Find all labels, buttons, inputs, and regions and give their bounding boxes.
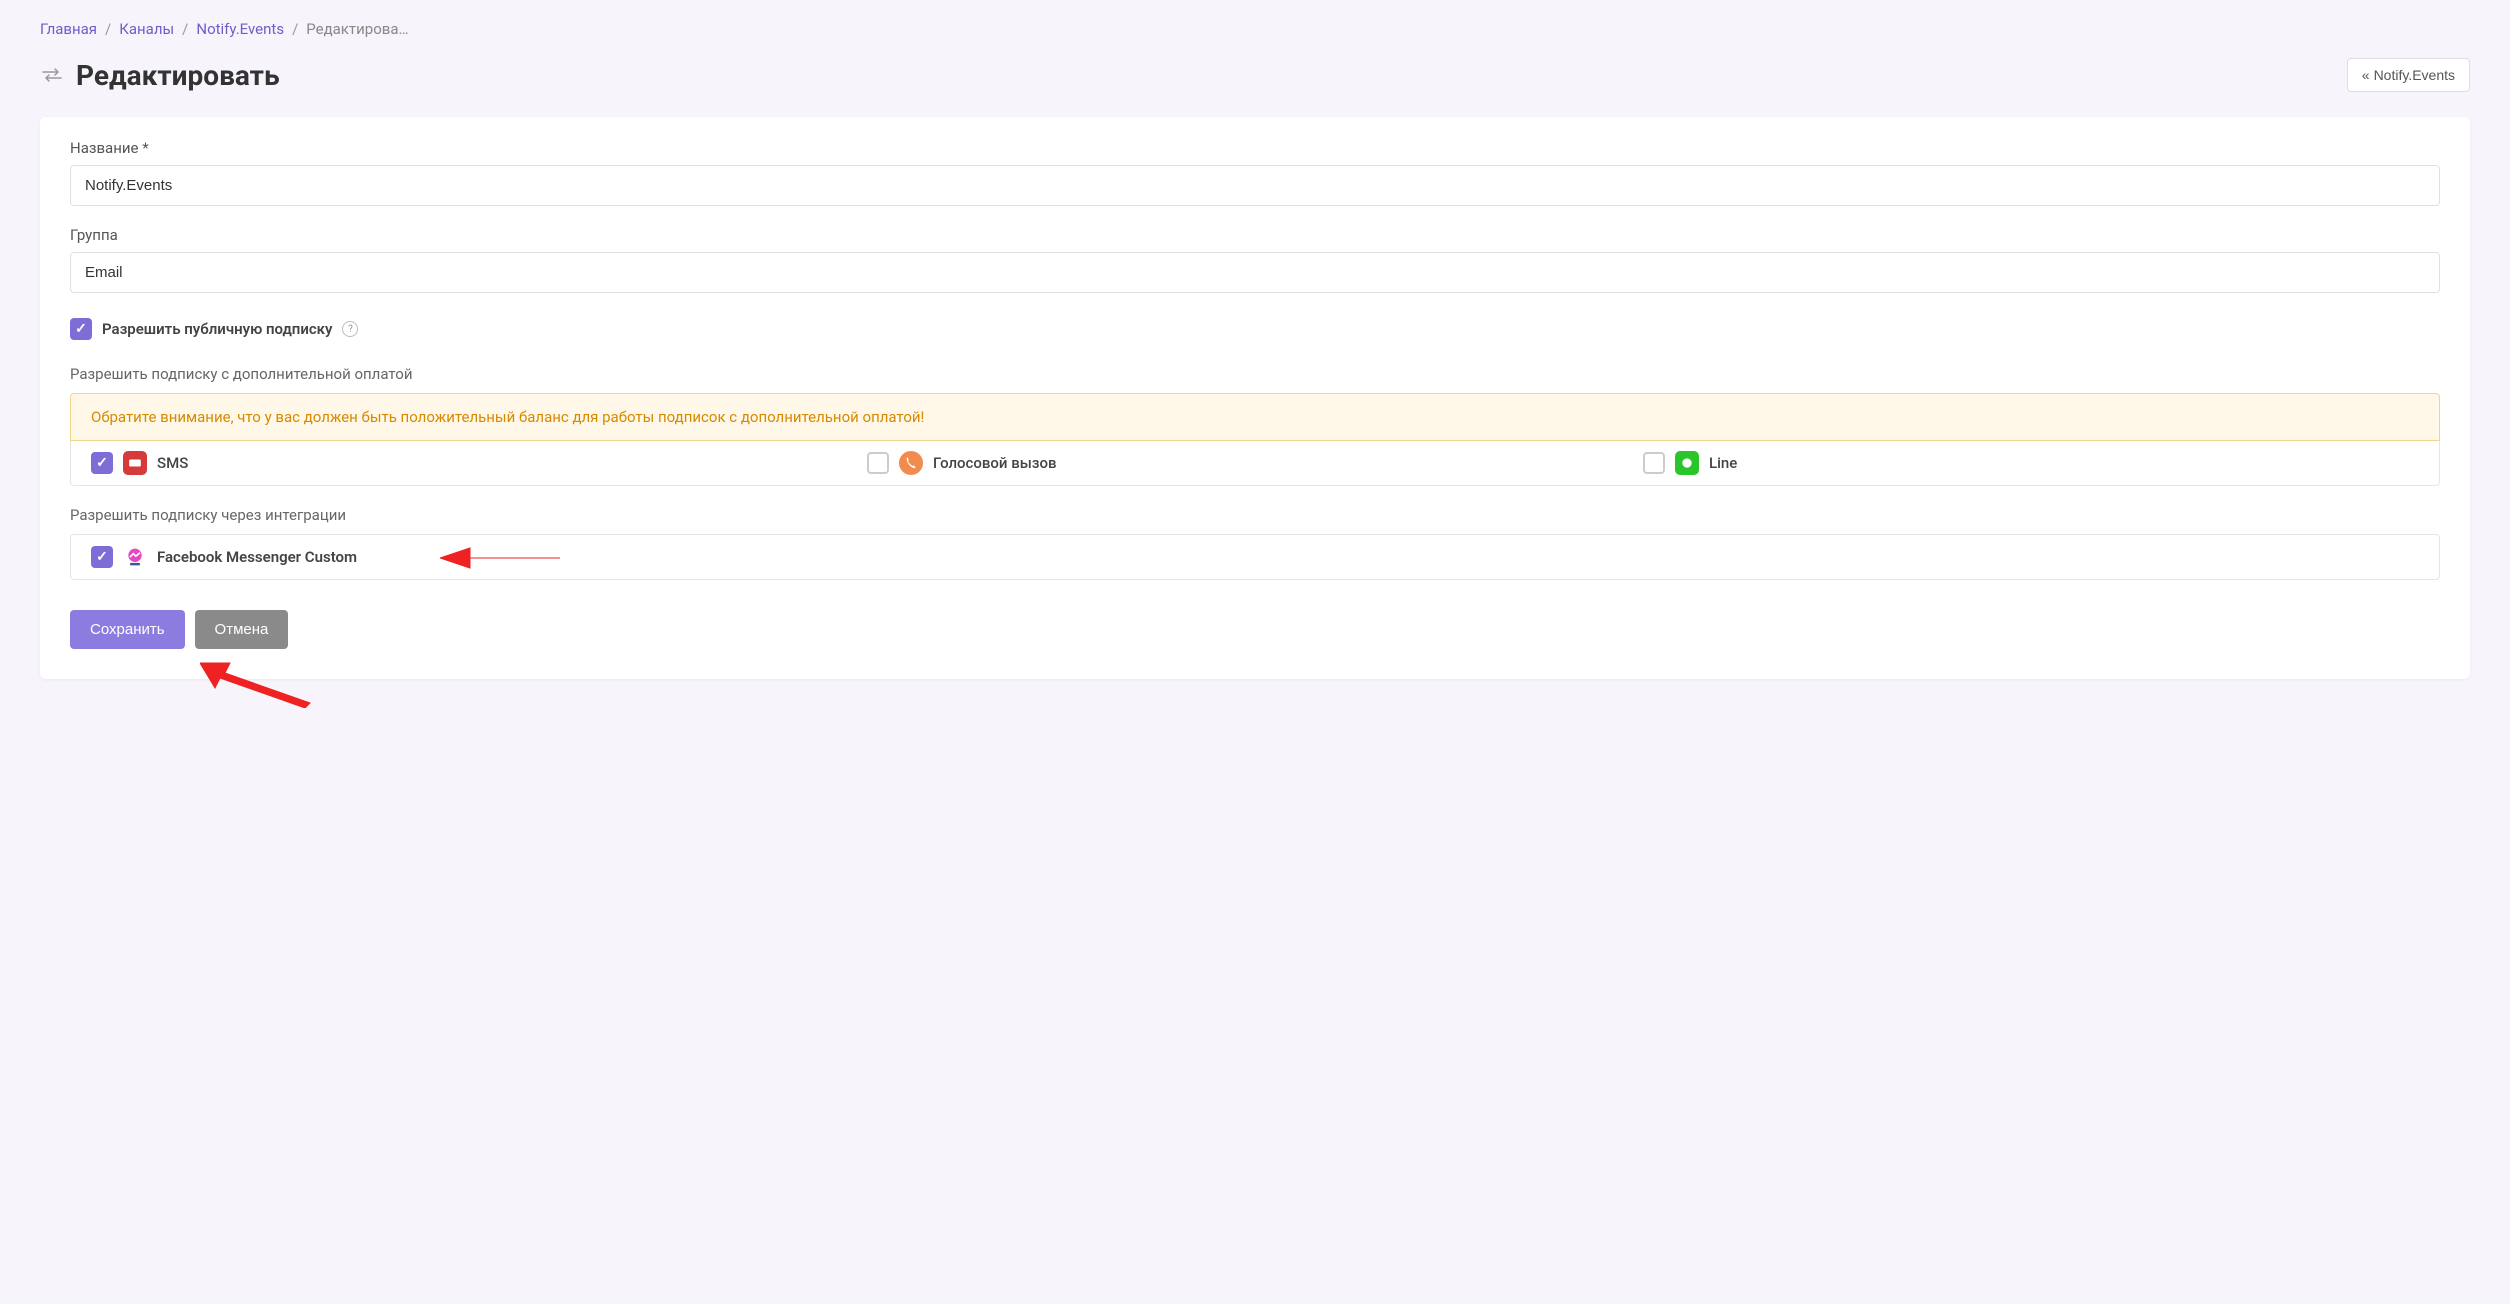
breadcrumb-channels[interactable]: Каналы bbox=[119, 20, 174, 38]
breadcrumb-separator: / bbox=[105, 20, 111, 38]
back-to-notify-button[interactable]: « Notify.Events bbox=[2347, 58, 2470, 92]
sub-option-line: Line bbox=[1643, 451, 2419, 475]
voice-label: Голосовой вызов bbox=[933, 454, 1057, 472]
phone-icon bbox=[899, 451, 923, 475]
sub-option-voice: Голосовой вызов bbox=[867, 451, 1643, 475]
facebook-messenger-icon bbox=[123, 545, 147, 569]
line-checkbox[interactable] bbox=[1643, 452, 1665, 474]
paid-sub-options: SMS Голосовой вызов Line bbox=[70, 441, 2440, 486]
sub-option-sms: SMS bbox=[91, 451, 867, 475]
breadcrumb-current: Редактирова… bbox=[306, 20, 408, 38]
integration-item-fb: Facebook Messenger Custom bbox=[91, 545, 2419, 569]
group-label: Группа bbox=[70, 226, 2440, 244]
name-input[interactable] bbox=[70, 165, 2440, 206]
line-label: Line bbox=[1709, 454, 1737, 472]
line-icon bbox=[1675, 451, 1699, 475]
fb-checkbox[interactable] bbox=[91, 546, 113, 568]
public-subscription-label: Разрешить публичную подписку bbox=[102, 320, 332, 338]
transfer-icon bbox=[40, 63, 64, 87]
help-icon[interactable]: ? bbox=[342, 321, 358, 337]
double-chevron-left-icon: « bbox=[2362, 67, 2370, 83]
fb-label: Facebook Messenger Custom bbox=[157, 548, 357, 566]
sms-icon bbox=[123, 451, 147, 475]
breadcrumb-separator: / bbox=[292, 20, 298, 38]
integration-sub-label: Разрешить подписку через интеграции bbox=[70, 506, 2440, 524]
cancel-button[interactable]: Отмена bbox=[195, 610, 289, 649]
paid-sub-warning: Обратите внимание, что у вас должен быть… bbox=[70, 393, 2440, 441]
sms-checkbox[interactable] bbox=[91, 452, 113, 474]
breadcrumb-home[interactable]: Главная bbox=[40, 20, 97, 38]
sms-label: SMS bbox=[157, 454, 188, 472]
integration-options: Facebook Messenger Custom bbox=[70, 534, 2440, 580]
paid-sub-label: Разрешить подписку с дополнительной опла… bbox=[70, 365, 2440, 383]
page-title: Редактировать bbox=[76, 59, 280, 92]
breadcrumb-separator: / bbox=[182, 20, 188, 38]
annotation-arrow-icon bbox=[200, 658, 320, 708]
breadcrumb-notify[interactable]: Notify.Events bbox=[196, 20, 284, 38]
save-button[interactable]: Сохранить bbox=[70, 610, 185, 649]
breadcrumb: Главная / Каналы / Notify.Events / Редак… bbox=[40, 20, 2470, 38]
public-subscription-checkbox[interactable] bbox=[70, 318, 92, 340]
name-label: Название * bbox=[70, 139, 2440, 157]
group-input[interactable] bbox=[70, 252, 2440, 293]
voice-checkbox[interactable] bbox=[867, 452, 889, 474]
back-label: Notify.Events bbox=[2374, 67, 2455, 83]
form-card: Название * Группа Разрешить публичную по… bbox=[40, 117, 2470, 679]
